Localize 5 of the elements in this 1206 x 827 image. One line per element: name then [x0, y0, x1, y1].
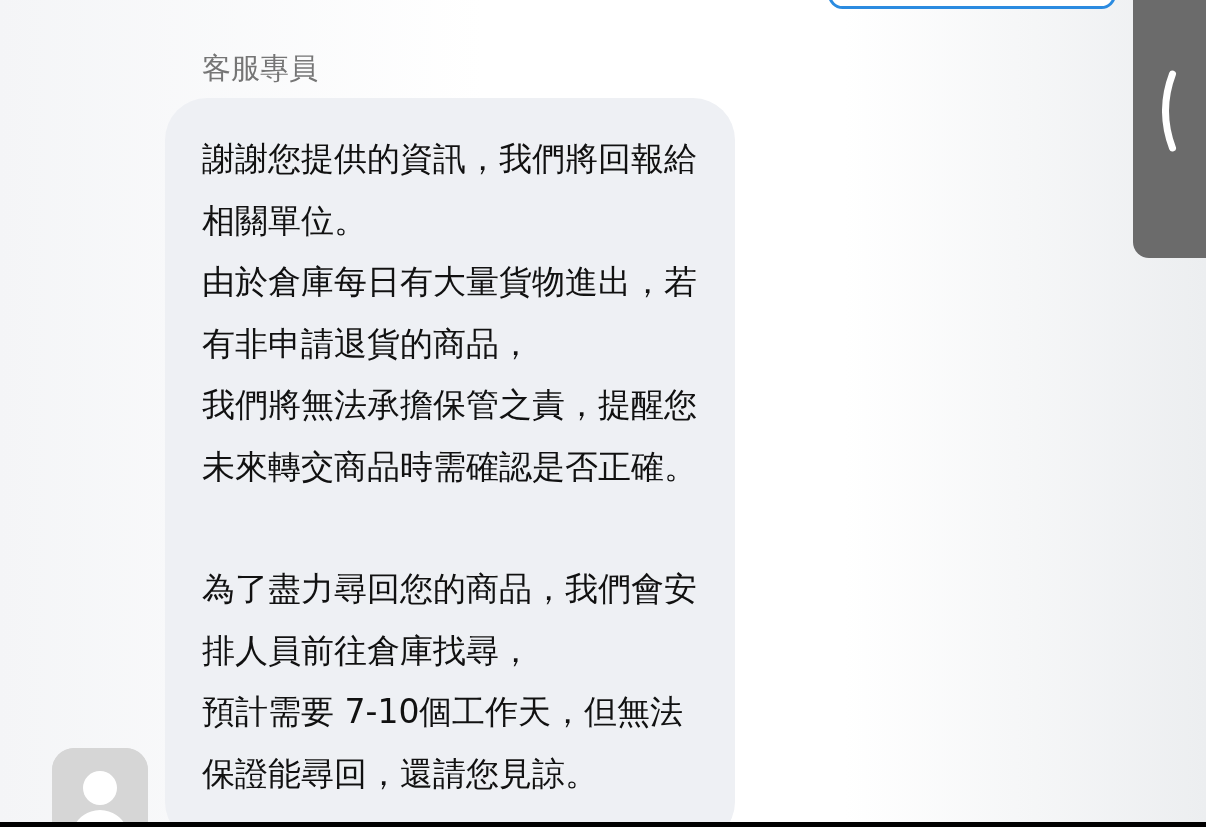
- sender-name: 客服專員: [202, 50, 319, 87]
- message-text: 謝謝您提供的資訊，我們將回報給 相關單位。 由於倉庫每日有大量貨物進出，若 有非申請退貨的商品， 我們將無法承擔保管之責，提醒您 未來轉交商品時需確認是否正確。: [202, 138, 697, 488]
- message-text: 為了盡力尋回您的商品，我們會安 排人員前往倉庫找尋， 預計需要 7-10個工作天，但無法 保證能尋回，還請您見諒。: [202, 568, 697, 795]
- side-tab[interactable]: [1133, 0, 1206, 258]
- chevron-left-icon: [1162, 70, 1177, 152]
